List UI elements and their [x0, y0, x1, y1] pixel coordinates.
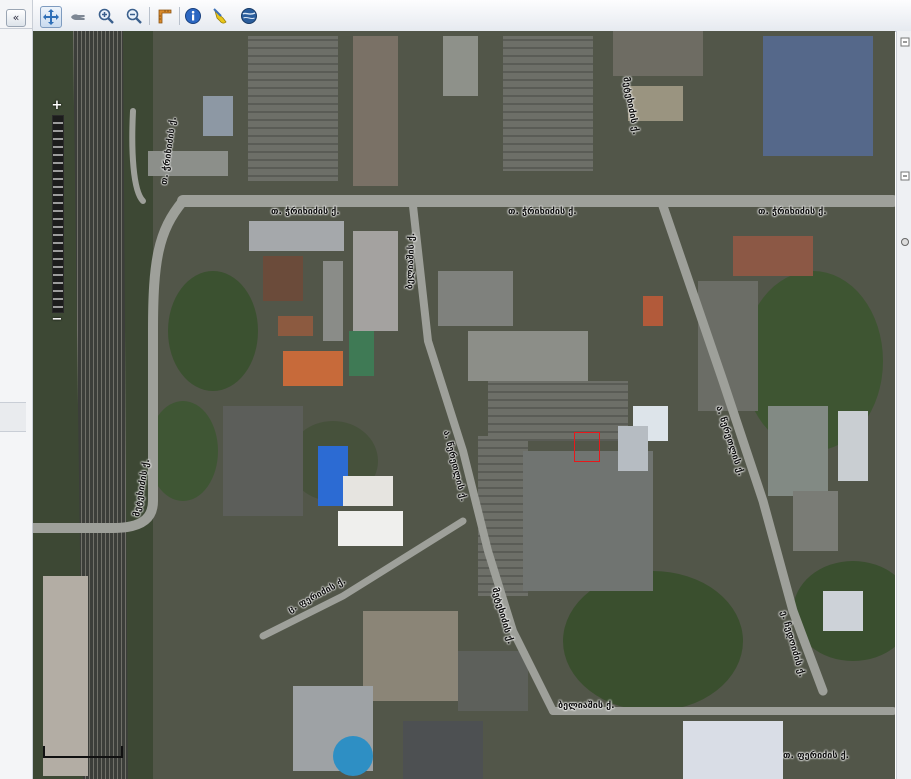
road-label-13: ბელიაშის ქ. — [558, 701, 615, 711]
pan-tool-button[interactable] — [40, 6, 62, 28]
zoom-in-icon — [98, 8, 114, 24]
info-icon — [185, 8, 201, 24]
collapse-icon[interactable] — [900, 37, 910, 47]
info-tool-button[interactable] — [183, 6, 203, 26]
zoom-out-tool-button[interactable] — [124, 6, 144, 26]
collapse-panel-button[interactable]: « — [6, 9, 26, 27]
zoom-plus-button[interactable]: + — [50, 99, 64, 113]
map-toolbar — [33, 0, 911, 32]
road-label-2: თ. ჭრიხიძის ქ. — [271, 207, 340, 217]
measure-tool-button[interactable] — [155, 6, 175, 26]
zoom-minus-button[interactable]: − — [50, 313, 64, 327]
globe-icon — [241, 8, 257, 24]
broom-icon — [213, 8, 227, 24]
road-label-3: თ. ჭრიხიძის ქ. — [508, 207, 577, 217]
hand-icon — [71, 14, 85, 20]
toolbar-separator — [179, 7, 180, 25]
panel-section — [0, 402, 26, 432]
settings-icon[interactable] — [900, 237, 910, 247]
satellite-imagery — [33, 31, 895, 779]
road-label-4: ბელიაშის ქ. — [405, 232, 418, 290]
road-label-14: თ. ფერიძის ქ. — [783, 751, 850, 761]
toolbar-separator — [149, 7, 150, 25]
hand-tool-button[interactable] — [68, 6, 88, 26]
clear-tool-button[interactable] — [211, 6, 231, 26]
zoom-out-icon — [126, 8, 142, 24]
right-side-panel — [896, 31, 911, 779]
road-label-5: თ. ჭრიხიძის ქ. — [758, 207, 827, 217]
ruler-icon — [158, 9, 172, 24]
zoom-in-tool-button[interactable] — [96, 6, 116, 26]
selected-parcel-marker[interactable] — [574, 432, 600, 462]
globe-tool-button[interactable] — [239, 6, 259, 26]
panel-divider — [0, 28, 32, 29]
map-viewport[interactable]: თ. ჭრიხიძის ქ. თ. ჭრიხიძის ქ. თ. ჭრიხიძი… — [33, 31, 895, 779]
zoom-slider[interactable]: + − — [50, 99, 64, 329]
pan-arrows-icon — [43, 9, 59, 25]
left-panel: « — [0, 0, 33, 779]
scale-bar — [43, 746, 123, 758]
collapse-icon[interactable] — [900, 171, 910, 181]
zoom-slider-track[interactable] — [52, 115, 64, 313]
